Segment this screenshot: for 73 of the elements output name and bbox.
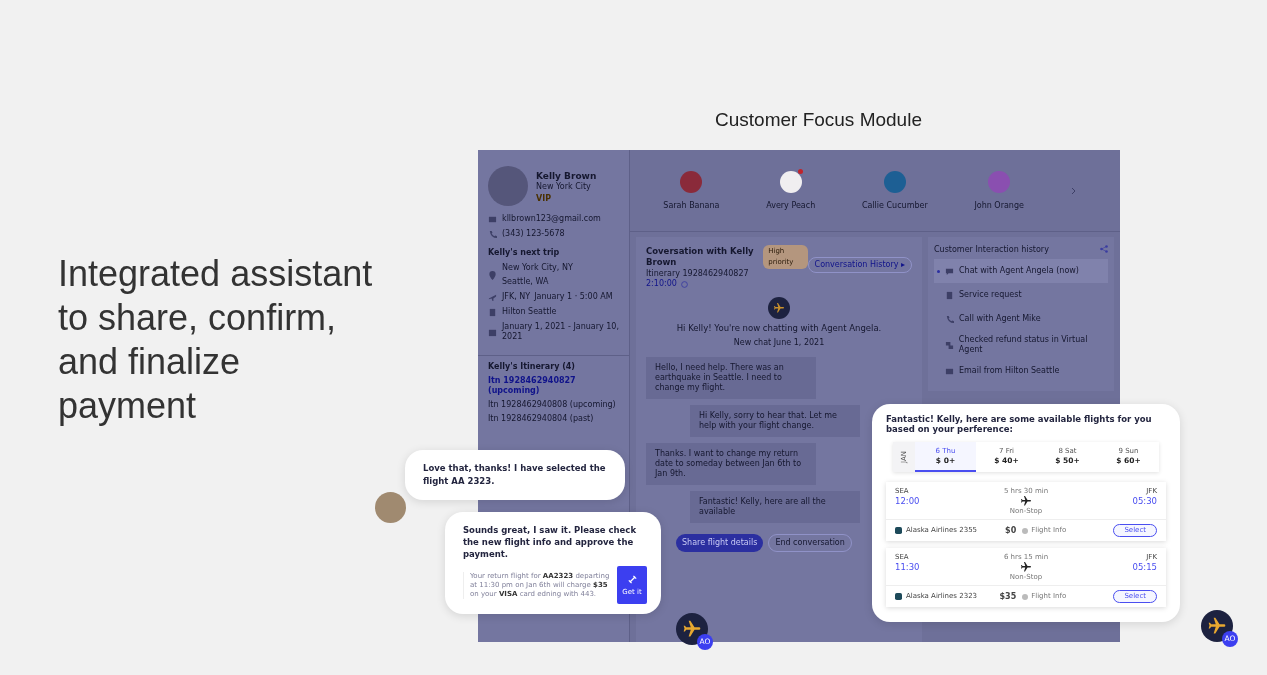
- price-text: $0: [1004, 526, 1017, 535]
- chat-date: New chat June 1, 2021: [733, 338, 825, 348]
- avatar-photo: [375, 492, 406, 523]
- chat-message: Hi Kelly, sorry to hear that. Let me help with your flight change.: [690, 405, 860, 437]
- history-item[interactable]: Checked refund status in Virtual Agent: [934, 331, 1108, 359]
- share-icon[interactable]: [1100, 245, 1108, 253]
- agent-name: Sarah Banana: [663, 200, 720, 211]
- module-title: Customer Focus Module: [715, 108, 923, 132]
- itinerary-number: Itinerary 1928462940827: [646, 269, 750, 279]
- avatar-circle[interactable]: [779, 170, 802, 193]
- itinerary-item[interactable]: Itn 1928462940827 (upcoming): [488, 376, 623, 396]
- itinerary-item[interactable]: Itn 1928462940804 (past): [488, 414, 623, 424]
- share-button[interactable]: Share flight details: [676, 534, 764, 552]
- ticket-icon: [626, 573, 638, 585]
- chat-bubbles-icon: [944, 340, 954, 350]
- mail-icon: [945, 366, 954, 376]
- airline-logo-icon: [895, 593, 902, 600]
- agent-name: John Orange: [974, 200, 1024, 211]
- section-title: Kelly's Itinerary (4): [488, 362, 576, 372]
- chat-icon: [945, 266, 954, 276]
- arrival-time: 05:30: [1132, 496, 1157, 507]
- plane-icon: [682, 619, 702, 639]
- phone-icon: [488, 229, 497, 239]
- hotel-text: Hilton Seattle: [502, 307, 557, 317]
- itinerary-item[interactable]: Itn 1928462940808 (upcoming): [488, 400, 623, 410]
- departure-text: January 1 · 5:00 AM: [534, 292, 613, 302]
- email-text: kllbrown123@gmail.com: [502, 214, 601, 224]
- trip-dates: January 1, 2021 - January 10, 2021: [502, 322, 620, 342]
- customer-name: Kelly Brown: [536, 170, 597, 182]
- mail-icon: [488, 214, 497, 224]
- phone-icon: [945, 314, 954, 324]
- conversation-title: Coversation with Kelly Brown: [646, 246, 755, 268]
- plane-icon: [1020, 495, 1032, 507]
- card-title: Fantastic! Kelly, here are some available flights for you based on your perference:: [886, 414, 1153, 434]
- departure-time: 11:30: [895, 562, 920, 573]
- departure-time: 12:00: [895, 496, 920, 507]
- chat-bubble: Love that, thanks! I have selected the flight AA 2323.: [405, 450, 625, 500]
- plane-icon: [1207, 616, 1227, 636]
- location-pin-icon: [488, 270, 497, 280]
- airline-logo-icon: [895, 527, 902, 534]
- customer-city: New York City: [536, 182, 592, 192]
- history-item[interactable]: Chat with Agent Angela (now): [934, 259, 1108, 283]
- history-item[interactable]: Email from Hilton Seattle: [934, 359, 1108, 383]
- price-text: $35: [998, 592, 1017, 601]
- arrival-time: 05:15: [1132, 562, 1157, 573]
- destination-text: Seattle, WA: [502, 277, 549, 287]
- chevron-right-icon[interactable]: [1070, 186, 1077, 195]
- building-icon: [488, 307, 497, 317]
- info-icon: [680, 280, 688, 288]
- info-icon: [1022, 593, 1029, 600]
- info-icon: [1022, 527, 1029, 534]
- origin-text: New York City, NY: [502, 263, 573, 273]
- section-title: Kelly's next trip: [488, 248, 561, 258]
- chat-message: Fantastic! Kelly, here are all the available: [690, 491, 860, 523]
- plane-icon: [1020, 561, 1032, 573]
- chat-message: Hello, I need help. There was an earthquake in Seattle. I need to change my flight.: [646, 357, 816, 399]
- plane-icon: [773, 302, 785, 314]
- history-item[interactable]: Call with Agent Mike: [934, 307, 1108, 331]
- plane-icon: [488, 292, 497, 302]
- greeting-text: Hi Kelly! You're now chatting with Agent Angela.: [676, 323, 882, 334]
- chat-message: Sounds great, I saw it. Please check the new flight info and approve the payment.: [463, 524, 638, 560]
- agent-name: Callie Cucumber: [861, 200, 928, 211]
- airport-text: JFK, NY: [502, 292, 531, 302]
- document-icon: [945, 290, 954, 300]
- history-title: Customer Interaction history: [934, 245, 1049, 255]
- slide-headline: Integrated assistant to share, confirm, and finalize payment: [58, 252, 374, 428]
- photo-placeholder: [488, 166, 528, 206]
- timer-text: 2:10:00: [646, 279, 677, 289]
- history-item[interactable]: Service request: [934, 283, 1108, 307]
- agent-name: Avery Peach: [766, 200, 816, 211]
- tier-label: VIP: [536, 194, 553, 204]
- phone-text: (343) 123-5678: [502, 229, 565, 239]
- calendar-icon: [488, 327, 497, 337]
